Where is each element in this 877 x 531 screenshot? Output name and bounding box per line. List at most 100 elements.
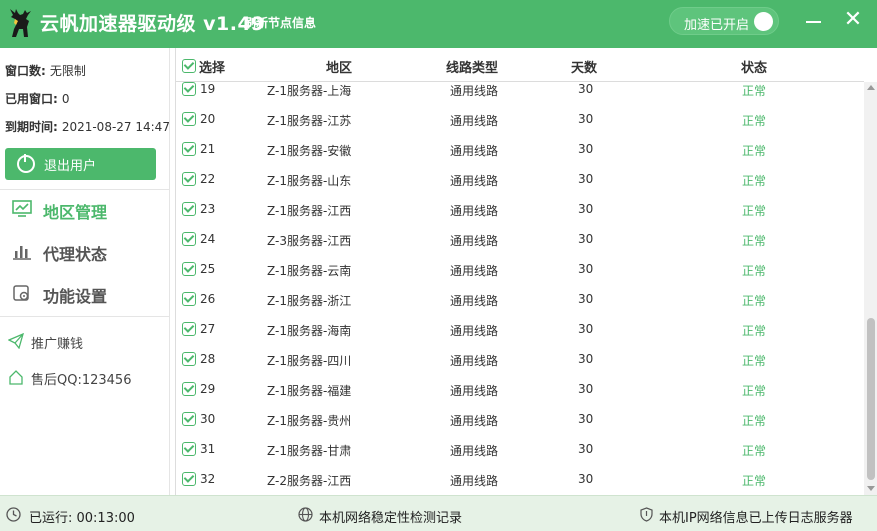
toggle-label: 加速已开启 <box>684 18 750 33</box>
region-cell: Z-1服务器-上海 <box>267 84 352 98</box>
nav-item-region-management[interactable]: 地区管理 <box>0 192 170 228</box>
row-checkbox[interactable] <box>182 442 196 456</box>
line-type-cell: 通用线路 <box>450 474 499 488</box>
line-type-cell: 通用线路 <box>450 264 499 278</box>
row-number: 21 <box>200 142 216 156</box>
title-bar: 云帆加速器驱动级 v1.49 刷新节点信息 加速已开启 ✕ <box>0 0 877 48</box>
days-cell: 30 <box>578 292 594 306</box>
days-cell: 30 <box>578 232 594 246</box>
table-row[interactable]: 28 Z-1服务器-四川 通用线路 30 正常 <box>176 344 864 374</box>
nav-item-proxy-status[interactable]: 代理状态 <box>0 234 170 270</box>
line-type-cell: 通用线路 <box>450 324 499 338</box>
runtime-text: 已运行: 00:13:00 <box>29 511 135 526</box>
table-row[interactable]: 23 Z-1服务器-江西 通用线路 30 正常 <box>176 194 864 224</box>
line-type-cell: 通用线路 <box>450 414 499 428</box>
monitor-chart-icon <box>12 200 32 217</box>
support-qq-link[interactable]: 售后QQ:123456 <box>0 364 170 390</box>
table-row[interactable]: 30 Z-1服务器-贵州 通用线路 30 正常 <box>176 404 864 434</box>
promote-link[interactable]: 推广赚钱 <box>0 328 170 354</box>
promote-label: 推广赚钱 <box>31 337 84 352</box>
line-type-cell: 通用线路 <box>450 114 499 128</box>
logout-button[interactable]: 退出用户 <box>5 148 156 180</box>
window-count-label: 窗口数: <box>5 64 46 78</box>
globe-icon <box>298 507 313 522</box>
expiry-value: 2021-08-27 14:47 <box>61 120 170 134</box>
row-checkbox[interactable] <box>182 232 196 246</box>
row-number: 20 <box>200 112 216 126</box>
status-cell: 正常 <box>742 84 767 98</box>
region-cell: Z-3服务器-江西 <box>267 234 352 248</box>
home-icon <box>9 370 23 385</box>
table-row[interactable]: 27 Z-1服务器-海南 通用线路 30 正常 <box>176 314 864 344</box>
line-type-cell: 通用线路 <box>450 384 499 398</box>
table-row[interactable]: 19 Z-1服务器-上海 通用线路 30 正常 <box>176 82 864 104</box>
row-checkbox[interactable] <box>182 322 196 336</box>
row-checkbox[interactable] <box>182 82 196 96</box>
scroll-down-icon[interactable] <box>867 486 875 491</box>
minimize-icon[interactable] <box>802 9 826 33</box>
table-row[interactable]: 22 Z-1服务器-山东 通用线路 30 正常 <box>176 164 864 194</box>
table-row[interactable]: 25 Z-1服务器-云南 通用线路 30 正常 <box>176 254 864 284</box>
table-row[interactable]: 29 Z-1服务器-福建 通用线路 30 正常 <box>176 374 864 404</box>
scroll-up-icon[interactable] <box>867 85 875 90</box>
table-row[interactable]: 20 Z-1服务器-江苏 通用线路 30 正常 <box>176 104 864 134</box>
scroll-thumb[interactable] <box>867 318 875 480</box>
row-checkbox[interactable] <box>182 472 196 486</box>
row-number: 26 <box>200 292 216 306</box>
row-checkbox[interactable] <box>182 202 196 216</box>
region-cell: Z-1服务器-海南 <box>267 324 352 338</box>
region-cell: Z-1服务器-福建 <box>267 384 352 398</box>
row-checkbox[interactable] <box>182 382 196 396</box>
table-row[interactable]: 31 Z-1服务器-甘肃 通用线路 30 正常 <box>176 434 864 464</box>
header-region: 地区 <box>326 61 353 76</box>
row-checkbox[interactable] <box>182 172 196 186</box>
row-checkbox[interactable] <box>182 292 196 306</box>
select-all-checkbox[interactable] <box>182 59 196 73</box>
sidebar-divider <box>0 189 170 190</box>
table-row[interactable]: 32 Z-2服务器-江西 通用线路 30 正常 <box>176 464 864 494</box>
status-cell: 正常 <box>742 204 767 218</box>
status-cell: 正常 <box>742 324 767 338</box>
nav-label: 地区管理 <box>43 203 108 222</box>
row-number: 30 <box>200 412 216 426</box>
toggle-knob <box>754 12 773 31</box>
days-cell: 30 <box>578 172 594 186</box>
row-number: 24 <box>200 232 216 246</box>
status-cell: 正常 <box>742 294 767 308</box>
days-cell: 30 <box>578 82 594 96</box>
region-cell: Z-1服务器-云南 <box>267 264 352 278</box>
line-type-cell: 通用线路 <box>450 234 499 248</box>
acceleration-toggle[interactable]: 加速已开启 <box>669 7 779 35</box>
used-windows-value: 0 <box>61 92 70 106</box>
row-number: 23 <box>200 202 216 216</box>
row-checkbox[interactable] <box>182 112 196 126</box>
region-cell: Z-1服务器-安徽 <box>267 144 352 158</box>
table-row[interactable]: 21 Z-1服务器-安徽 通用线路 30 正常 <box>176 134 864 164</box>
region-cell: Z-1服务器-山东 <box>267 174 352 188</box>
used-windows-label: 已用窗口: <box>5 92 58 106</box>
nav-label: 代理状态 <box>43 245 108 264</box>
nav-item-settings[interactable]: 功能设置 <box>0 276 170 312</box>
shield-icon <box>640 507 653 522</box>
status-cell: 正常 <box>742 174 767 188</box>
refresh-nodes-link[interactable]: 刷新节点信息 <box>244 14 316 31</box>
header-select: 选择 <box>199 61 226 76</box>
region-cell: Z-1服务器-四川 <box>267 354 352 368</box>
status-cell: 正常 <box>742 114 767 128</box>
region-cell: Z-1服务器-贵州 <box>267 414 352 428</box>
days-cell: 30 <box>578 412 594 426</box>
row-checkbox[interactable] <box>182 262 196 276</box>
status-cell: 正常 <box>742 264 767 278</box>
row-checkbox[interactable] <box>182 352 196 366</box>
status-bar: 已运行: 00:13:00 本机网络稳定性检测记录 本机IP网络信息已上传日志服… <box>0 495 877 531</box>
network-check-link[interactable]: 本机网络稳定性检测记录 <box>319 507 462 526</box>
deer-logo-icon <box>10 9 31 37</box>
row-checkbox[interactable] <box>182 412 196 426</box>
table-row[interactable]: 26 Z-1服务器-浙江 通用线路 30 正常 <box>176 284 864 314</box>
sidebar-divider <box>0 316 170 317</box>
upload-info-text: 本机IP网络信息已上传日志服务器 <box>659 511 853 526</box>
table-row[interactable]: 24 Z-3服务器-江西 通用线路 30 正常 <box>176 224 864 254</box>
close-icon[interactable]: ✕ <box>841 7 865 33</box>
row-checkbox[interactable] <box>182 142 196 156</box>
vertical-scrollbar[interactable] <box>864 82 877 495</box>
